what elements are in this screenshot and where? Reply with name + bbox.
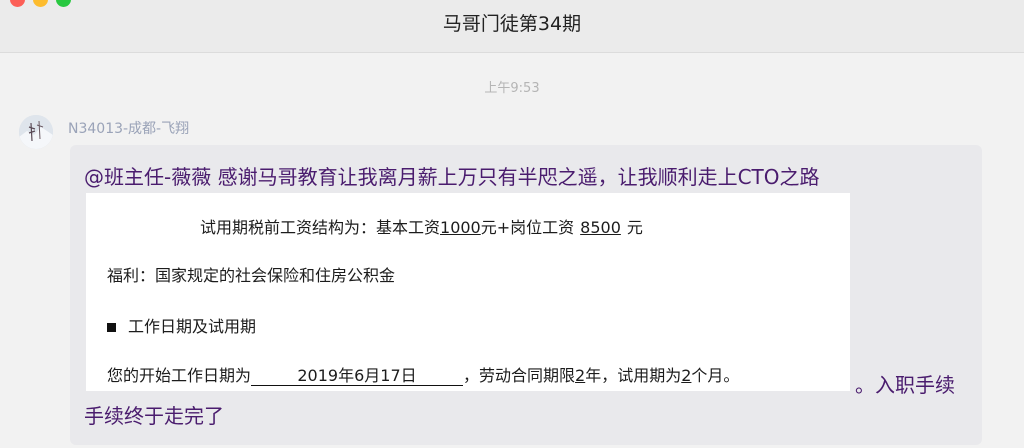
minimize-window-button[interactable]: [33, 0, 48, 7]
salary-line: 试用期税前工资结构为：基本工资1000元+岗位工资 8500 元: [200, 218, 643, 237]
sender-name[interactable]: N34013-成都-飞翔: [68, 118, 189, 138]
section-heading: 工作日期及试用期: [107, 313, 256, 337]
message-timestamp: 上午9:53: [484, 81, 540, 96]
message-text-after-image: 。入职手续: [855, 373, 955, 397]
message-text: @班主任-薇薇 感谢马哥教育让我离月薪上万只有半咫之遥，让我顺利走上CTO之路: [84, 165, 820, 189]
bullet-square-icon: [107, 323, 116, 332]
message-text-last: 手续终于走完了: [84, 404, 224, 428]
window-title: 马哥门徒第34期: [442, 13, 582, 35]
zoom-window-button[interactable]: [56, 0, 71, 7]
title-bar: 马哥门徒第34期: [0, 0, 1024, 53]
sender-avatar[interactable]: [19, 115, 53, 149]
offer-letter-image[interactable]: 试用期税前工资结构为：基本工资1000元+岗位工资 8500 元 福利：国家规定的社…: [86, 193, 850, 391]
message-bubble[interactable]: @班主任-薇薇 感谢马哥教育让我离月薪上万只有半咫之遥，让我顺利走上CTO之路 …: [70, 145, 982, 445]
avatar-snow-landscape-icon: [19, 115, 53, 149]
start-date-line: 您的开始工作日期为 2019年6月17日 ，劳动合同期限2年，试用期为2个月。: [107, 366, 740, 386]
close-window-button[interactable]: [10, 0, 25, 7]
benefits-line: 福利：国家规定的社会保险和住房公积金: [107, 266, 396, 285]
